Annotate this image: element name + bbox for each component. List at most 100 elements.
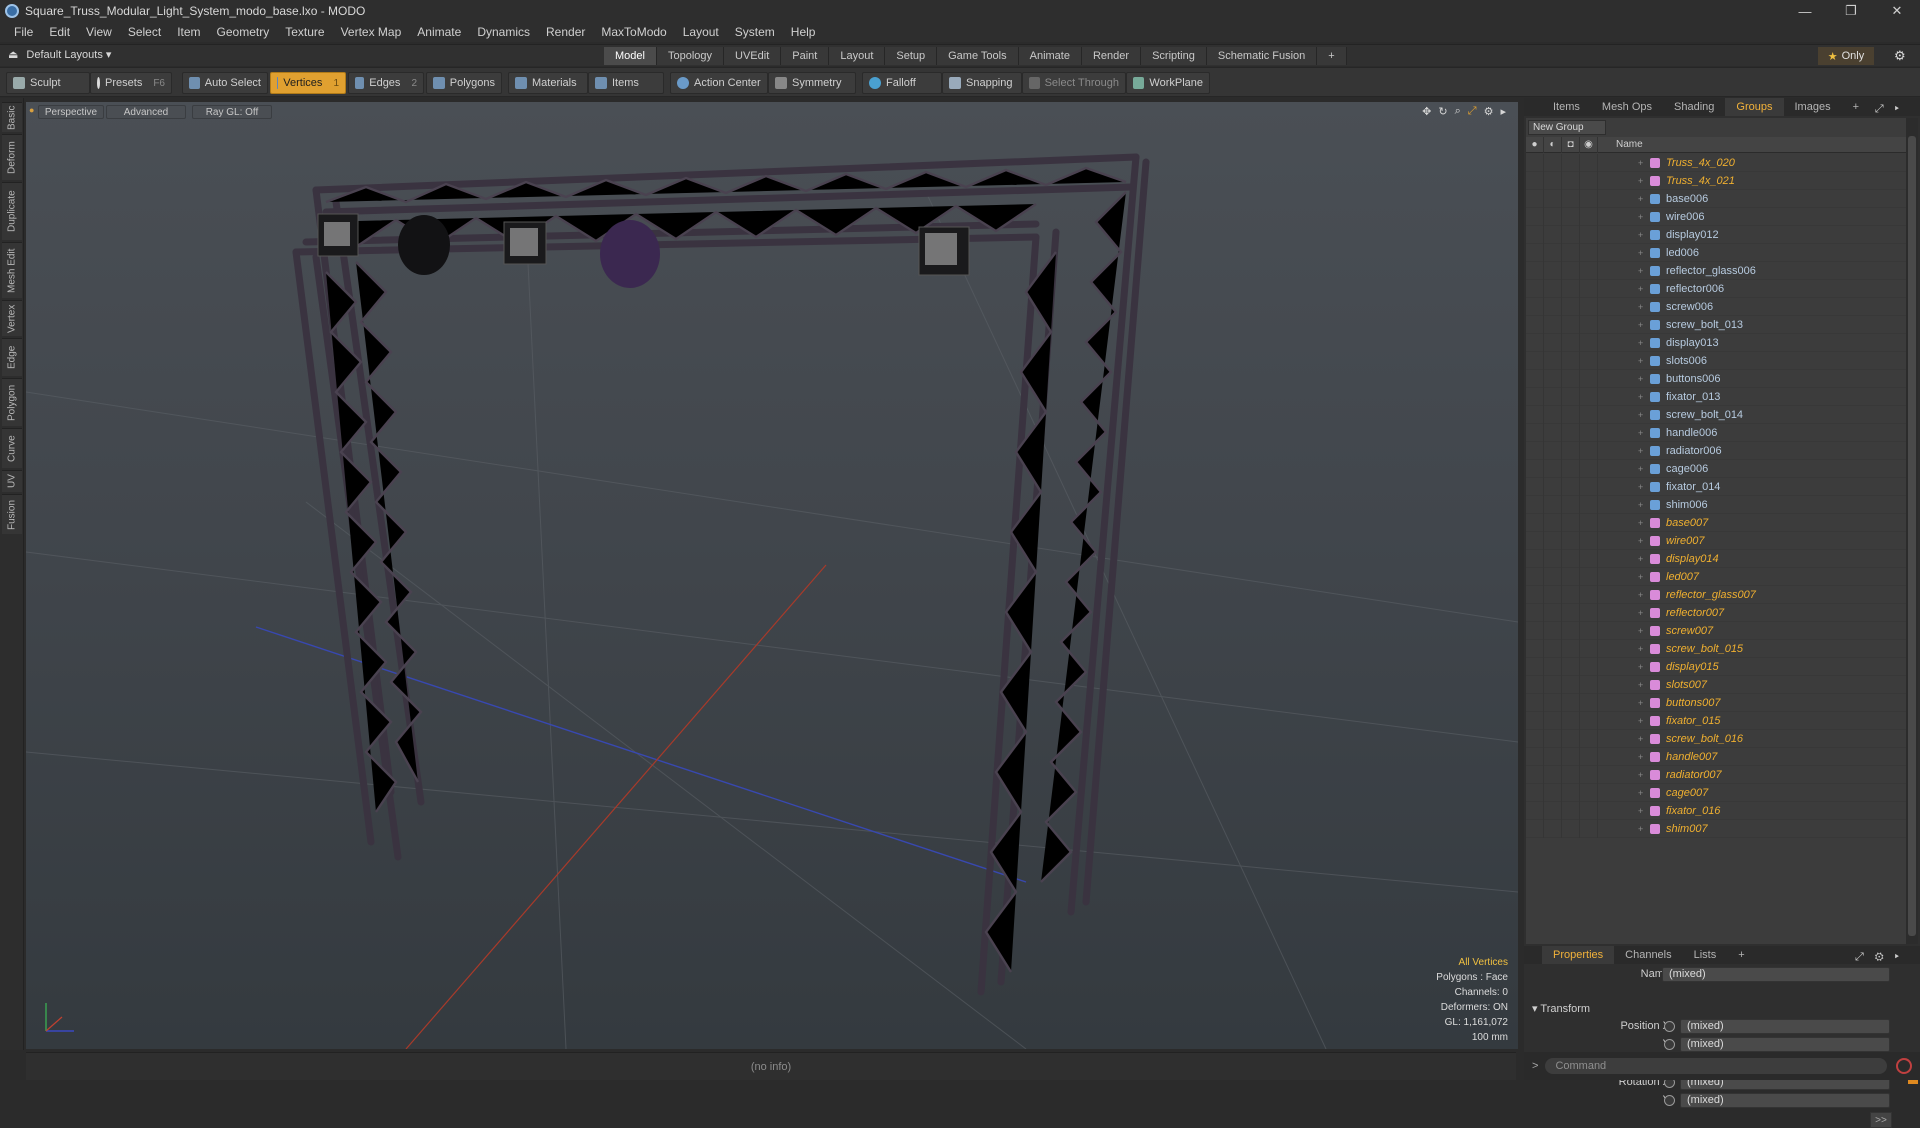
visibility-columns[interactable]	[1526, 208, 1598, 226]
expand-icon[interactable]: +	[1638, 734, 1643, 744]
expand-icon[interactable]: +	[1638, 644, 1643, 654]
polygons-button[interactable]: Polygons	[426, 72, 502, 94]
group-list-item[interactable]: + screw_bolt_016	[1526, 730, 1906, 748]
group-list-item[interactable]: + screw_bolt_015	[1526, 640, 1906, 658]
render-icon[interactable]: ◐	[1544, 136, 1562, 153]
position-y-key-icon[interactable]	[1664, 1038, 1675, 1050]
visibility-columns[interactable]	[1526, 460, 1598, 478]
command-input[interactable]: Command	[1544, 1057, 1889, 1075]
expand-icon[interactable]: +	[1638, 464, 1643, 474]
panel-tab-items[interactable]: Items	[1542, 98, 1591, 116]
visibility-columns[interactable]	[1526, 154, 1598, 172]
props-tab-channels[interactable]: Channels	[1614, 946, 1682, 964]
visibility-columns[interactable]	[1526, 784, 1598, 802]
layout-tab-uvedit[interactable]: UVEdit	[724, 47, 782, 65]
group-list-item[interactable]: + slots007	[1526, 676, 1906, 694]
left-tab-curve[interactable]: Curve	[2, 428, 22, 468]
layout-tab-render[interactable]: Render	[1081, 47, 1142, 65]
visibility-columns[interactable]	[1526, 748, 1598, 766]
props-settings-icon[interactable]: ⤢ ⚙ ▸	[1844, 948, 1914, 966]
group-list-item[interactable]: + Truss_4x_021	[1526, 172, 1906, 190]
group-list-item[interactable]: + buttons006	[1526, 370, 1906, 388]
panel-tab-shading[interactable]: Shading	[1663, 98, 1725, 116]
layout-tab-animate[interactable]: Animate	[1018, 47, 1082, 65]
menu-select[interactable]: Select	[120, 25, 169, 39]
expand-icon[interactable]: +	[1638, 374, 1643, 384]
expand-icon[interactable]: +	[1638, 446, 1643, 456]
menu-layout[interactable]: Layout	[675, 25, 727, 39]
expand-icon[interactable]: +	[1638, 608, 1643, 618]
panel-tab-groups[interactable]: Groups	[1725, 98, 1784, 116]
visibility-columns[interactable]	[1526, 298, 1598, 316]
group-list-item[interactable]: + shim006	[1526, 496, 1906, 514]
layout-tab--[interactable]: +	[1317, 47, 1347, 65]
groups-scroll-thumb[interactable]	[1908, 136, 1916, 936]
expand-icon[interactable]: +	[1638, 230, 1643, 240]
visibility-columns[interactable]	[1526, 406, 1598, 424]
group-list-item[interactable]: + handle006	[1526, 424, 1906, 442]
left-tab-mesh-edit[interactable]: Mesh Edit	[2, 242, 22, 298]
props-tab--[interactable]: +	[1727, 946, 1755, 964]
layout-tab-layout[interactable]: Layout	[829, 47, 886, 65]
visibility-columns[interactable]	[1526, 514, 1598, 532]
expand-icon[interactable]: +	[1638, 770, 1643, 780]
left-tab-polygon[interactable]: Polygon	[2, 378, 22, 426]
props-tab-properties[interactable]: Properties	[1542, 946, 1615, 964]
expand-icon[interactable]: +	[1638, 824, 1643, 834]
panel-tab-mesh-ops[interactable]: Mesh Ops	[1591, 98, 1663, 116]
expand-icon[interactable]: +	[1638, 554, 1643, 564]
expand-icon[interactable]: +	[1638, 716, 1643, 726]
layout-tab-setup[interactable]: Setup	[885, 47, 938, 65]
symmetry-button[interactable]: Symmetry	[768, 72, 856, 94]
menu-file[interactable]: File	[6, 25, 41, 39]
workplane-button[interactable]: WorkPlane	[1126, 72, 1210, 94]
fit-view-icon[interactable]: ⤢	[1468, 105, 1477, 118]
group-list-item[interactable]: + fixator_015	[1526, 712, 1906, 730]
expand-icon[interactable]: +	[1638, 482, 1643, 492]
record-icon[interactable]	[1896, 1058, 1913, 1074]
group-list-item[interactable]: + reflector007	[1526, 604, 1906, 622]
expand-icon[interactable]: +	[1638, 392, 1643, 402]
group-list-item[interactable]: + led007	[1526, 568, 1906, 586]
layout-tab-schematic-fusion[interactable]: Schematic Fusion	[1206, 47, 1318, 65]
only-button[interactable]: ★ Only	[1818, 47, 1874, 65]
menu-help[interactable]: Help	[783, 25, 824, 39]
group-list-item[interactable]: + display013	[1526, 334, 1906, 352]
restore-button[interactable]: ❐	[1828, 0, 1874, 22]
expand-icon[interactable]: +	[1638, 518, 1643, 528]
groups-scrollbar[interactable]	[1906, 118, 1918, 944]
name-field[interactable]: (mixed)	[1662, 966, 1890, 982]
visibility-columns[interactable]	[1526, 820, 1598, 838]
expand-icon[interactable]: +	[1638, 536, 1643, 546]
left-tab-uv[interactable]: UV	[2, 470, 22, 492]
menu-render[interactable]: Render	[538, 25, 593, 39]
view-mode-button[interactable]: Perspective	[38, 105, 104, 119]
action-center-button[interactable]: Action Center	[670, 72, 768, 94]
visibility-columns[interactable]	[1526, 262, 1598, 280]
group-list-item[interactable]: + display015	[1526, 658, 1906, 676]
auto-select-button[interactable]: Auto Select	[182, 72, 268, 94]
group-list-item[interactable]: + wire007	[1526, 532, 1906, 550]
left-tab-deform[interactable]: Deform	[2, 134, 22, 180]
rotation-y-key-icon[interactable]	[1664, 1094, 1675, 1106]
visibility-columns[interactable]	[1526, 442, 1598, 460]
group-list-item[interactable]: + wire006	[1526, 208, 1906, 226]
menu-system[interactable]: System	[727, 25, 783, 39]
minimize-button[interactable]: —	[1782, 0, 1828, 22]
expand-icon[interactable]: +	[1638, 626, 1643, 636]
group-list-item[interactable]: + cage006	[1526, 460, 1906, 478]
visibility-columns[interactable]	[1526, 190, 1598, 208]
visibility-columns[interactable]	[1526, 604, 1598, 622]
scene-render[interactable]	[26, 102, 1518, 1049]
expand-icon[interactable]: +	[1638, 806, 1643, 816]
viewport-menu-icon[interactable]: ▸	[1500, 105, 1506, 118]
visibility-columns[interactable]	[1526, 334, 1598, 352]
left-tab-edge[interactable]: Edge	[2, 338, 22, 376]
rotation-y-field[interactable]: (mixed)	[1680, 1092, 1890, 1108]
left-tab-basic[interactable]: Basic	[2, 102, 22, 132]
expand-icon[interactable]: +	[1638, 788, 1643, 798]
group-list-item[interactable]: + reflector_glass007	[1526, 586, 1906, 604]
layout-dropdown[interactable]: ⏏ Default Layouts ▾	[8, 48, 111, 61]
group-list-item[interactable]: + display014	[1526, 550, 1906, 568]
group-list-item[interactable]: + Truss_4x_020	[1526, 154, 1906, 172]
